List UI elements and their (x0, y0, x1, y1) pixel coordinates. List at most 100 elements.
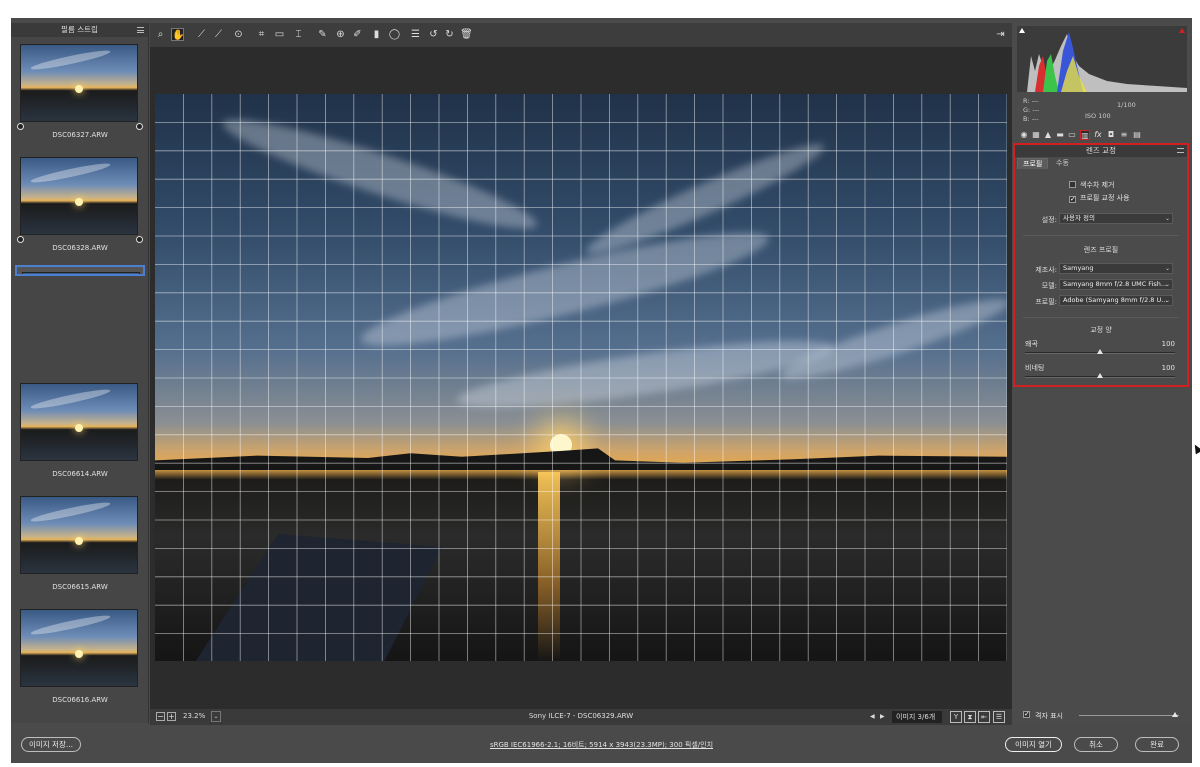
enable-profile-box[interactable]: ✓ (1069, 196, 1076, 203)
lens-corrections-tab-icon[interactable]: ▥ (1080, 130, 1090, 140)
red-eye-icon[interactable]: ⊕ (334, 28, 347, 41)
remove-ca-checkbox[interactable]: 색수차 제거 (1069, 180, 1114, 190)
radial-filter-icon[interactable]: ◯ (388, 28, 401, 41)
filmstrip-item[interactable]: DSC06614.ARW (15, 378, 145, 486)
enable-profile-label: 프로필 교정 사용 (1080, 194, 1130, 202)
tab-manual[interactable]: 수동 (1051, 158, 1074, 169)
grid-overlay-toggle[interactable]: ✓ 격자 표시 (1013, 708, 1191, 723)
snapshots-tab-icon[interactable]: ▤ (1132, 130, 1142, 140)
target-adjust-icon[interactable]: ⊙ (232, 28, 245, 41)
red-readout: R: --- (1023, 97, 1039, 105)
prev-image-icon[interactable]: ◀ (870, 713, 875, 720)
crop-icon[interactable]: ⌗ (255, 28, 268, 41)
straighten-icon[interactable]: ▭ (273, 28, 286, 41)
grid-overlay-checkbox[interactable]: ✓ (1023, 711, 1030, 718)
cancel-button[interactable]: 취소 (1074, 737, 1118, 752)
thumbnail-image (20, 496, 138, 574)
zoom-tool-icon[interactable]: ⌕ (154, 28, 167, 41)
grid-size-slider[interactable] (1079, 712, 1179, 717)
tone-curve-tab-icon[interactable]: ▦ (1031, 130, 1041, 140)
distortion-slider[interactable] (1025, 349, 1175, 354)
enable-profile-checkbox[interactable]: ✓ 프로필 교정 사용 (1069, 193, 1130, 203)
rating-badge-icon (17, 123, 24, 130)
thumbnail-filename: DSC06327.ARW (52, 131, 108, 139)
divider (1023, 235, 1179, 236)
before-after-toggle[interactable]: Y (950, 711, 962, 723)
setup-select[interactable]: 사용자 정의 ⌄ (1059, 213, 1173, 224)
filmstrip-item[interactable]: DSC06616.ARW (15, 604, 145, 712)
profile-select[interactable]: Adobe (Samyang 8mm f/2.8 U... ⌄ (1059, 295, 1173, 306)
vignetting-value[interactable]: 100 (1162, 364, 1175, 372)
preferences-icon[interactable]: ☰ (409, 28, 422, 41)
presets-tab-icon[interactable]: ≡ (1119, 130, 1129, 140)
hand-tool-icon[interactable]: ✋ (171, 28, 184, 41)
remove-ca-label: 색수차 제거 (1080, 181, 1115, 189)
filmstrip-title: 필름 스트립 (61, 25, 98, 34)
filmstrip-menu-icon[interactable] (137, 27, 144, 33)
done-button[interactable]: 완료 (1135, 737, 1179, 752)
setup-value: 사용자 정의 (1063, 214, 1095, 222)
graduated-filter-icon[interactable]: ▮ (370, 28, 383, 41)
thumbnail-image (20, 609, 138, 687)
rotate-cw-icon[interactable]: ↻ (443, 28, 456, 41)
copy-settings-button[interactable]: ⇤ (978, 711, 990, 723)
white-balance-icon[interactable]: ⟋ (195, 28, 208, 41)
chevron-down-icon: ⌄ (1164, 297, 1170, 304)
distortion-slider-handle[interactable] (1097, 349, 1103, 354)
thumbnail-filename: DSC06616.ARW (52, 696, 108, 704)
mouse-cursor (1191, 442, 1200, 455)
histogram-graph (1027, 32, 1187, 92)
profile-value: Adobe (Samyang 8mm f/2.8 U... (1063, 296, 1168, 304)
iso-value: ISO 100 (1085, 112, 1111, 120)
spot-removal-icon[interactable]: ✎ (316, 28, 329, 41)
thumbnail-image (20, 157, 138, 235)
vignetting-label: 비네팅 (1025, 364, 1045, 372)
filmstrip-item[interactable]: DSC06327.ARW (15, 39, 145, 147)
swap-settings-button[interactable]: ⧗ (964, 711, 976, 723)
filmstrip-item[interactable]: DSC06328.ARW (15, 152, 145, 260)
shutter-speed: 1/100 (1117, 101, 1136, 109)
remove-ca-box[interactable] (1069, 181, 1076, 188)
lens-panel-header: 렌즈 교정 (1015, 145, 1187, 157)
basic-tab-icon[interactable]: ◉ (1019, 130, 1029, 140)
rotate-ccw-icon[interactable]: ↺ (427, 28, 440, 41)
next-image-icon[interactable]: ▶ (880, 713, 885, 720)
make-select[interactable]: Samyang ⌄ (1059, 263, 1173, 274)
view-settings-button[interactable]: ☰ (993, 711, 1005, 723)
filmstrip-item[interactable]: DSC06615.ARW (15, 491, 145, 599)
filmstrip-panel: 필름 스트립 DSC06327.ARW DSC06328.ARW • • • • •… (11, 23, 149, 723)
chevron-down-icon: ⌄ (1164, 281, 1170, 288)
preview-canvas[interactable] (150, 47, 1012, 709)
model-value: Samyang 8mm f/2.8 UMC Fish... (1063, 280, 1168, 288)
distortion-value[interactable]: 100 (1162, 340, 1175, 348)
lens-panel-title: 렌즈 교정 (1086, 146, 1116, 155)
transform-icon[interactable]: ⌶ (292, 28, 305, 41)
correction-amount-heading: 교정 양 (1090, 326, 1112, 334)
thumbnail-filename: DSC06328.ARW (52, 244, 108, 252)
edited-badge-icon (136, 123, 143, 130)
fullscreen-icon[interactable]: ⇥ (994, 28, 1007, 41)
filmstrip-item[interactable]: • • • • •DSC06329.ARW (15, 265, 145, 276)
trash-icon[interactable]: 🗑 (460, 28, 473, 41)
effects-tab-icon[interactable]: fx (1093, 130, 1103, 140)
model-select[interactable]: Samyang 8mm f/2.8 UMC Fish... ⌄ (1059, 279, 1173, 290)
lens-panel-menu-icon[interactable] (1177, 148, 1184, 153)
open-image-button[interactable]: 이미지 열기 (1005, 737, 1062, 752)
hsl-tab-icon[interactable]: ▬ (1055, 130, 1065, 140)
model-label: 모델: (1041, 282, 1057, 290)
color-sampler-icon[interactable]: ⟋ (212, 28, 225, 41)
vignetting-slider-handle[interactable] (1097, 373, 1103, 378)
grid-size-slider-handle[interactable] (1172, 712, 1178, 717)
edited-badge-icon (136, 236, 143, 243)
green-readout: G: --- (1023, 106, 1040, 114)
make-label: 제조사: (1035, 266, 1057, 274)
tab-profile[interactable]: 프로필 (1017, 158, 1049, 169)
vignetting-slider[interactable] (1025, 373, 1175, 378)
adjustment-brush-icon[interactable]: ✐ (351, 28, 364, 41)
camera-calibration-tab-icon[interactable]: ◘ (1106, 130, 1116, 140)
make-value: Samyang (1063, 264, 1094, 272)
status-bar: − + 23.2% ⌄ Sony ILCE-7 - DSC06329.ARW ◀… (150, 709, 1012, 725)
histogram (1017, 26, 1187, 92)
split-toning-tab-icon[interactable]: ▭ (1067, 130, 1077, 140)
detail-tab-icon[interactable]: ▲ (1043, 130, 1053, 140)
